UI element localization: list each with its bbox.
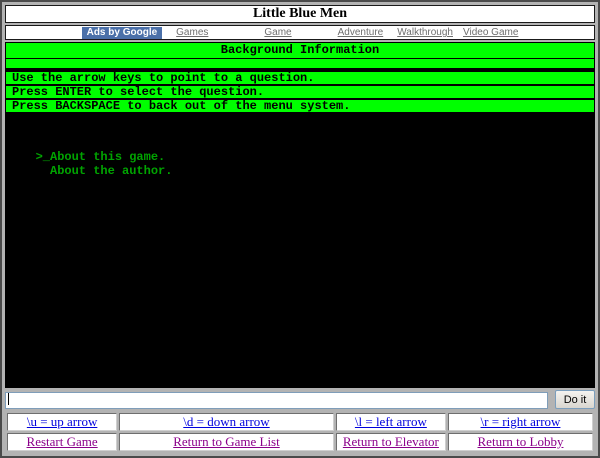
command-input-wrap xyxy=(5,391,548,408)
status-instruction-3: Press BACKSPACE to back out of the menu … xyxy=(6,100,594,112)
status-header: Background Information xyxy=(6,43,594,58)
nav-cell-game-list: Return to Game List xyxy=(119,433,334,451)
ad-link-video-game[interactable]: Video Game xyxy=(463,27,518,38)
return-lobby-link[interactable]: Return to Lobby xyxy=(478,434,564,449)
ad-link-games[interactable]: Games xyxy=(176,27,208,38)
status-instruction-2: Press ENTER to select the question. xyxy=(6,86,594,98)
nav-table: \u = up arrow \d = down arrow \l = left … xyxy=(5,411,595,453)
return-game-list-link[interactable]: Return to Game List xyxy=(173,434,280,449)
do-it-button[interactable]: Do it xyxy=(555,390,595,409)
shortcut-cell-left: \l = left arrow xyxy=(336,413,446,431)
status-empty-bar xyxy=(6,59,594,68)
ads-by-google-badge[interactable]: Ads by Google xyxy=(82,27,163,39)
command-input[interactable] xyxy=(5,392,548,409)
nav-cell-restart: Restart Game xyxy=(7,433,117,451)
left-arrow-link[interactable]: \l = left arrow xyxy=(355,414,427,429)
text-caret xyxy=(8,393,9,405)
nav-cell-elevator: Return to Elevator xyxy=(336,433,446,451)
up-arrow-link[interactable]: \u = up arrow xyxy=(27,414,98,429)
down-arrow-link[interactable]: \d = down arrow xyxy=(183,414,269,429)
game-title-text: Little Blue Men xyxy=(253,6,347,22)
return-elevator-link[interactable]: Return to Elevator xyxy=(343,434,439,449)
page-title: Little Blue Men xyxy=(5,5,595,23)
game-window: Little Blue Men Ads by Google Games Game… xyxy=(0,0,600,458)
restart-game-link[interactable]: Restart Game xyxy=(27,434,98,449)
ad-link-adventure[interactable]: Adventure xyxy=(338,27,384,38)
right-arrow-link[interactable]: \r = right arrow xyxy=(481,414,561,429)
nav-links-row: Restart Game Return to Game List Return … xyxy=(7,433,593,451)
status-instruction-1: Use the arrow keys to point to a questio… xyxy=(6,72,594,84)
ad-link-walkthrough[interactable]: Walkthrough xyxy=(397,27,453,38)
shortcuts-row: \u = up arrow \d = down arrow \l = left … xyxy=(7,413,593,431)
shortcut-cell-up: \u = up arrow xyxy=(7,413,117,431)
ad-bar: Ads by Google Games Game Adventure Walkt… xyxy=(5,25,595,40)
command-row: Do it xyxy=(5,390,595,409)
game-screen: Background Information Use the arrow key… xyxy=(5,42,595,388)
shortcut-cell-down: \d = down arrow xyxy=(119,413,334,431)
nav-cell-lobby: Return to Lobby xyxy=(448,433,593,451)
ad-link-game[interactable]: Game xyxy=(264,27,291,38)
console-menu-text: >_About this game. About the author. xyxy=(6,112,594,178)
shortcut-cell-right: \r = right arrow xyxy=(448,413,593,431)
